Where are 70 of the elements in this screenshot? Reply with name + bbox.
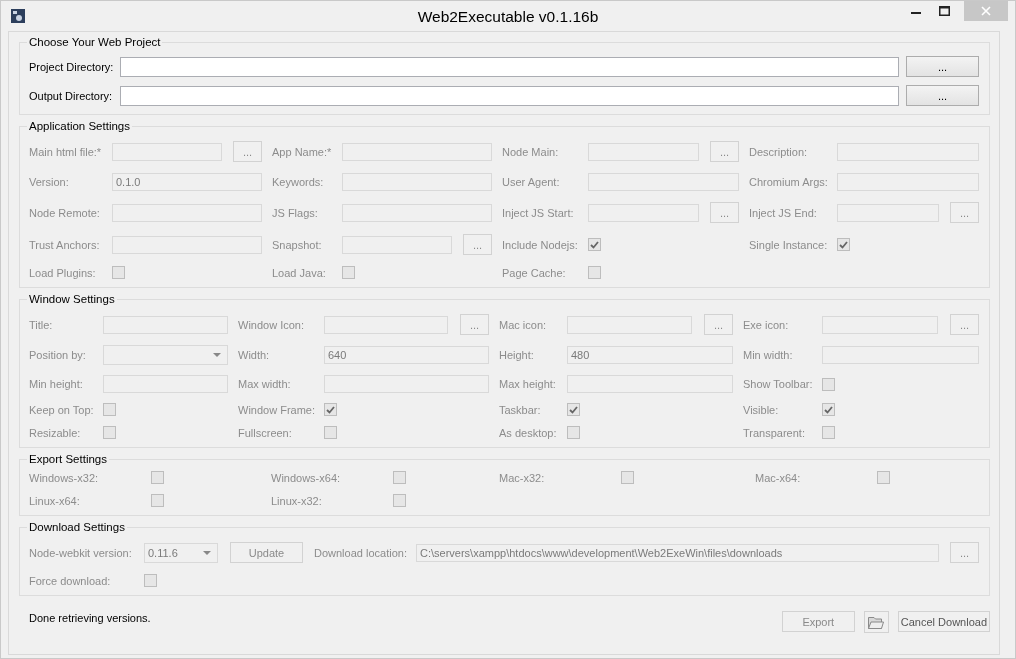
close-button[interactable] — [964, 1, 1008, 21]
field-label: Include Nodejs: — [502, 238, 579, 251]
field-label: Width: — [238, 349, 271, 361]
field-label: Max height: — [499, 378, 557, 390]
field-label: Window Icon: — [238, 318, 306, 331]
field-label: Exe icon: — [743, 318, 790, 331]
field-label: Visible: — [743, 403, 780, 416]
group-title: Export Settings — [28, 453, 108, 465]
field-label: Min width: — [743, 349, 794, 361]
field-label: Position by: — [29, 349, 87, 361]
field-label: Download location: — [314, 546, 408, 559]
field-label: Max width: — [238, 378, 292, 390]
action-button[interactable]: Cancel Download — [897, 611, 990, 632]
browse-button[interactable]: ... — [906, 85, 979, 106]
field-label: Version: — [29, 176, 70, 188]
text-field[interactable] — [120, 85, 899, 106]
group-title: Download Settings — [28, 521, 126, 533]
group-title: Choose Your Web Project — [28, 36, 162, 48]
field-label: Trust Anchors: — [29, 238, 101, 251]
close-icon — [981, 6, 991, 16]
caret-icon — [203, 550, 211, 555]
field-label: Keywords: — [272, 176, 325, 188]
field-label: Linux-x32: — [271, 494, 323, 507]
field-label: Chromium Args: — [749, 176, 829, 188]
field-label: Project Directory: — [29, 60, 115, 73]
field-label: Show Toolbar: — [743, 378, 814, 390]
field-label: Mac-x32: — [499, 471, 546, 484]
browse-button[interactable]: ... — [906, 56, 979, 77]
field-label: Window Frame: — [238, 403, 317, 416]
field-label: Single Instance: — [749, 238, 829, 251]
field-label: Description: — [749, 145, 809, 158]
field-label: Mac icon: — [499, 318, 548, 331]
text-field[interactable] — [120, 56, 899, 77]
field-label: Keep on Top: — [29, 403, 95, 416]
field-label: Load Java: — [272, 266, 327, 279]
field-label: Mac-x64: — [755, 471, 802, 484]
field-label: Transparent: — [743, 426, 806, 439]
folder-button[interactable] — [863, 611, 889, 633]
field-label: Height: — [499, 349, 535, 361]
field-label: App Name:* — [272, 145, 333, 158]
status-text: Done retrieving versions. — [29, 612, 151, 624]
field-label: As desktop: — [499, 426, 558, 439]
field-label: Snapshot: — [272, 238, 323, 251]
field-label: Title: — [29, 318, 54, 331]
field-label: Page Cache: — [502, 266, 567, 279]
caret-icon — [213, 353, 221, 357]
field-label: Inject JS End: — [749, 206, 818, 219]
field-label: JS Flags: — [272, 206, 319, 219]
field-label: Resizable: — [29, 426, 82, 439]
field-label: Node Main: — [502, 145, 560, 158]
group-title: Application Settings — [28, 120, 131, 132]
field-label: Output Directory: — [29, 89, 114, 102]
field-label: Windows-x64: — [271, 471, 342, 484]
field-label: Force download: — [29, 574, 112, 587]
field-label: Main html file:* — [29, 145, 103, 158]
field-label: Fullscreen: — [238, 426, 293, 439]
field-label: Linux-x64: — [29, 494, 81, 507]
field-label: User Agent: — [502, 176, 561, 188]
window-title: Web2Executable v0.1.16b — [417, 8, 599, 26]
field-label: Node Remote: — [29, 206, 101, 219]
field-label: Inject JS Start: — [502, 206, 575, 219]
group-title: Window Settings — [28, 293, 116, 305]
field-label: Load Plugins: — [29, 266, 97, 279]
field-label: Node-webkit version: — [29, 546, 133, 559]
folder-icon — [868, 615, 885, 629]
field-label: Min height: — [29, 378, 84, 390]
app-icon — [11, 9, 25, 23]
field-label: Taskbar: — [499, 403, 542, 416]
maximize-icon — [938, 6, 950, 16]
field-label: Windows-x32: — [29, 471, 100, 484]
